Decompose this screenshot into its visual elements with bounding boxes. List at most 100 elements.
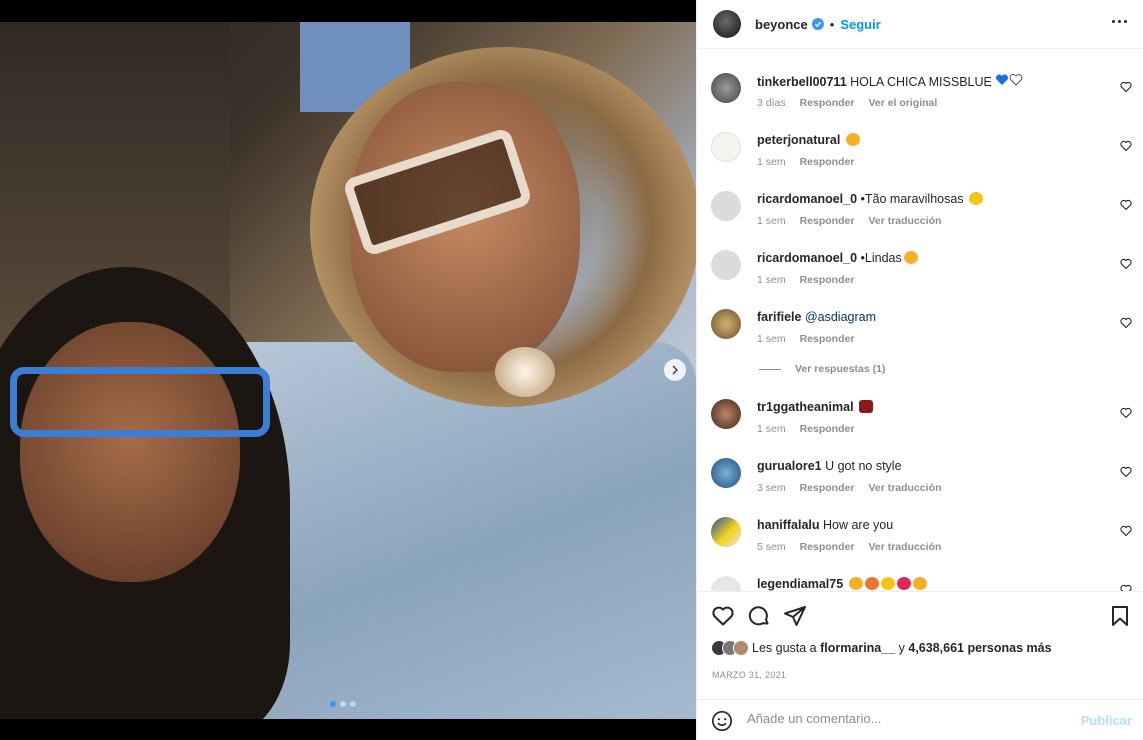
replies-divider-line bbox=[759, 368, 781, 370]
author-username[interactable]: beyonce bbox=[755, 17, 808, 32]
comment-body: HOLA CHICA MISSBLUE bbox=[850, 75, 992, 89]
reply-button[interactable]: Responder bbox=[800, 333, 855, 345]
heart-icon[interactable] bbox=[1120, 199, 1132, 211]
comment-input[interactable] bbox=[747, 711, 1067, 726]
chevron-right-icon bbox=[672, 365, 679, 375]
carousel-dot bbox=[340, 701, 346, 707]
comment-item-partial: legendiamal75 bbox=[697, 566, 1143, 591]
commenter-avatar-placeholder[interactable] bbox=[711, 191, 741, 221]
follow-button[interactable]: Seguir bbox=[840, 17, 880, 32]
comment-item: tinkerbell00711 HOLA CHICA MISSBLUE 3 dí… bbox=[697, 63, 1143, 122]
post-photo[interactable] bbox=[0, 22, 696, 719]
white-heart-emoji-icon bbox=[1009, 74, 1023, 86]
comment-time: 1 sem bbox=[757, 274, 786, 286]
heart-icon[interactable] bbox=[1120, 140, 1132, 152]
header-separator: • bbox=[829, 16, 835, 32]
commenter-avatar[interactable] bbox=[711, 458, 741, 488]
heart-icon[interactable] bbox=[1120, 317, 1132, 329]
heart-emoji-icon bbox=[896, 577, 911, 590]
liker-username[interactable]: flormarina__ bbox=[820, 641, 895, 655]
commenter-avatar[interactable] bbox=[711, 309, 741, 339]
comment-time: 1 sem bbox=[757, 333, 786, 345]
comment-text-line: ricardomanoel_0 •Lindas bbox=[757, 251, 918, 265]
likes-count[interactable]: 4,638,661 personas más bbox=[908, 641, 1051, 655]
commenter-username[interactable]: peterjonatural bbox=[757, 133, 840, 147]
commenter-avatar[interactable] bbox=[711, 132, 741, 162]
heart-icon[interactable] bbox=[1120, 584, 1132, 591]
heart-icon[interactable] bbox=[1120, 258, 1132, 270]
commenter-username[interactable]: tinkerbell00711 bbox=[757, 75, 847, 89]
mention-link[interactable]: @asdiagram bbox=[805, 310, 876, 324]
more-options-icon[interactable] bbox=[1112, 20, 1127, 23]
reply-button[interactable]: Responder bbox=[800, 156, 855, 168]
comment-meta: 3 sem Responder Ver traducción bbox=[757, 482, 955, 494]
comment-meta: 5 sem Responder Ver traducción bbox=[757, 541, 955, 553]
comment-body: •Tão maravilhosas bbox=[860, 192, 964, 206]
comment-meta: 1 sem Responder bbox=[757, 333, 868, 345]
liker-avatars bbox=[711, 640, 749, 656]
post-sidebar: beyonce • Seguir tinkerbell00711 HOLA CH… bbox=[696, 0, 1143, 740]
view-replies-label: Ver respuestas (1) bbox=[795, 363, 886, 375]
next-image-button[interactable] bbox=[664, 359, 686, 381]
verified-badge-icon bbox=[811, 18, 824, 30]
commenter-username[interactable]: farifiele bbox=[757, 310, 801, 324]
comment-item: tr1ggatheanimal 1 sem Responder bbox=[697, 389, 1143, 448]
emoji-smile-icon[interactable] bbox=[711, 710, 733, 732]
post-actions-bar bbox=[697, 591, 1143, 636]
heart-icon[interactable] bbox=[1120, 466, 1132, 478]
see-translation-button[interactable]: Ver traducción bbox=[868, 215, 941, 227]
comments-list[interactable]: tinkerbell00711 HOLA CHICA MISSBLUE 3 dí… bbox=[697, 50, 1143, 591]
see-translation-button[interactable]: Ver traducción bbox=[868, 541, 941, 553]
commenter-avatar[interactable] bbox=[711, 517, 741, 547]
reply-button[interactable]: Responder bbox=[800, 97, 855, 109]
commenter-username[interactable]: haniffalalu bbox=[757, 518, 820, 532]
comment-meta: 1 sem Responder bbox=[757, 274, 868, 286]
comment-text-line: haniffalalu How are you bbox=[757, 518, 893, 532]
commenter-username[interactable]: legendiamal75 bbox=[757, 577, 843, 591]
comment-item: gurualore1 U got no style 3 sem Responder… bbox=[697, 448, 1143, 507]
comment-text-line: tr1ggatheanimal bbox=[757, 400, 874, 414]
save-bookmark-icon[interactable] bbox=[1108, 604, 1132, 628]
blue-heart-emoji-icon bbox=[996, 74, 1009, 85]
like-heart-icon[interactable] bbox=[711, 604, 735, 628]
reply-button[interactable]: Responder bbox=[800, 215, 855, 227]
heart-icon[interactable] bbox=[1120, 81, 1132, 93]
comment-item: peterjonatural 1 sem Responder bbox=[697, 122, 1143, 181]
publish-button[interactable]: Publicar bbox=[1081, 713, 1132, 728]
commenter-avatar[interactable] bbox=[711, 576, 741, 591]
reply-button[interactable]: Responder bbox=[800, 541, 855, 553]
comment-body: U got no style bbox=[825, 459, 902, 473]
commenter-avatar-placeholder[interactable] bbox=[711, 250, 741, 280]
heart-icon[interactable] bbox=[1120, 407, 1132, 419]
carousel-indicator bbox=[330, 701, 356, 707]
comment-text-line: farifiele @asdiagram bbox=[757, 310, 876, 324]
reply-button[interactable]: Responder bbox=[800, 423, 855, 435]
view-replies-button[interactable]: Ver respuestas (1) bbox=[759, 363, 885, 375]
reply-button[interactable]: Responder bbox=[800, 482, 855, 494]
comment-item: ricardomanoel_0 •Tão maravilhosas 1 sem R… bbox=[697, 181, 1143, 240]
heart-eyes-emoji-icon bbox=[845, 133, 860, 146]
comment-time: 1 sem bbox=[757, 423, 786, 435]
commenter-username[interactable]: ricardomanoel_0 bbox=[757, 251, 857, 265]
commenter-username[interactable]: ricardomanoel_0 bbox=[757, 192, 857, 206]
share-paper-plane-icon[interactable] bbox=[783, 604, 807, 628]
post-header: beyonce • Seguir bbox=[697, 0, 1143, 49]
commenter-avatar[interactable] bbox=[711, 73, 741, 103]
commenter-username[interactable]: tr1ggatheanimal bbox=[757, 400, 854, 414]
liker-avatar bbox=[733, 640, 749, 656]
commenter-avatar[interactable] bbox=[711, 399, 741, 429]
comment-bubble-icon[interactable] bbox=[747, 604, 771, 628]
heart-icon[interactable] bbox=[1120, 525, 1132, 537]
comment-body: •Lindas bbox=[860, 251, 902, 265]
see-translation-button[interactable]: Ver traducción bbox=[868, 482, 941, 494]
comment-item: farifiele @asdiagram 1 sem Responder bbox=[697, 299, 1143, 358]
comment-text-line: tinkerbell00711 HOLA CHICA MISSBLUE bbox=[757, 74, 1023, 89]
see-original-button[interactable]: Ver el original bbox=[868, 97, 937, 109]
reply-button[interactable]: Responder bbox=[800, 274, 855, 286]
post-date[interactable]: MARZO 31, 2021 bbox=[712, 670, 786, 680]
heart-eyes-emoji-icon bbox=[848, 577, 863, 590]
face-emoji-icon bbox=[880, 577, 895, 590]
commenter-username[interactable]: gurualore1 bbox=[757, 459, 822, 473]
author-avatar[interactable] bbox=[713, 10, 741, 38]
photo-girl-face bbox=[20, 322, 240, 582]
